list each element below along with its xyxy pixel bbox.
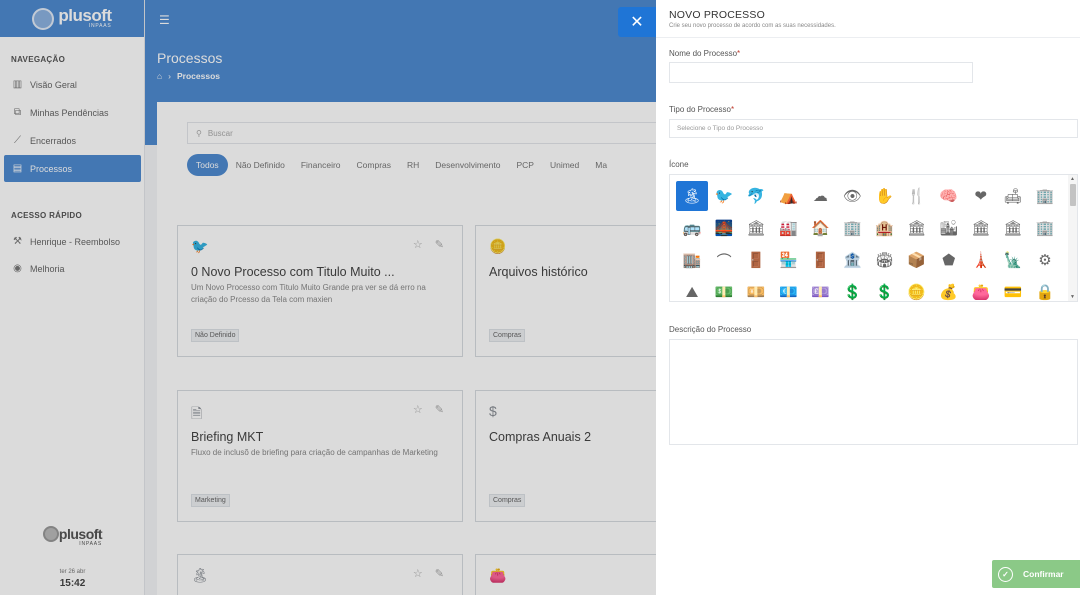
close-drawer-button[interactable]: ✕ bbox=[618, 7, 656, 37]
new-process-drawer: NOVO PROCESSO Crie seu novo processo de … bbox=[656, 0, 1080, 595]
icon-option[interactable]: 💳 bbox=[997, 277, 1029, 301]
icon-picker-scrollbar[interactable]: ▲ ▼ bbox=[1068, 175, 1077, 301]
process-type-select[interactable]: Selecione o Tipo do Processo bbox=[669, 119, 1078, 138]
icon-option[interactable]: ☁ bbox=[804, 181, 836, 211]
scroll-up-arrow-icon[interactable]: ▲ bbox=[1068, 175, 1077, 183]
icon-option[interactable]: 🪙 bbox=[901, 277, 933, 301]
icon-option[interactable]: 🏝 bbox=[676, 181, 708, 211]
icon-option[interactable]: ⌒ bbox=[708, 245, 740, 275]
icon-option[interactable]: 🏛 bbox=[997, 213, 1029, 243]
process-description-textarea[interactable] bbox=[669, 339, 1078, 445]
close-icon: ✕ bbox=[630, 14, 644, 31]
icon-option[interactable]: 🧠 bbox=[933, 181, 965, 211]
icon-option[interactable]: ⛺ bbox=[772, 181, 804, 211]
icon-option[interactable]: 🏛 bbox=[740, 213, 772, 243]
process-name-input[interactable] bbox=[669, 62, 973, 83]
icon-option[interactable]: 🏪 bbox=[772, 245, 804, 275]
icon-option[interactable]: 💶 bbox=[772, 277, 804, 301]
process-name-label: Nome do Processo* bbox=[669, 49, 741, 58]
icon-option[interactable]: 👛 bbox=[965, 277, 997, 301]
icon-option[interactable]: 💵 bbox=[708, 277, 740, 301]
icon-option[interactable]: 🐬 bbox=[740, 181, 772, 211]
icon-option[interactable]: 🏠 bbox=[804, 213, 836, 243]
divider bbox=[656, 37, 1080, 38]
icon-option[interactable]: 🗽 bbox=[997, 245, 1029, 275]
icon-option[interactable]: 🚌 bbox=[676, 213, 708, 243]
process-description-label: Descrição do Processo bbox=[669, 325, 752, 334]
icon-option[interactable]: ❤ bbox=[965, 181, 997, 211]
scroll-down-arrow-icon[interactable]: ▼ bbox=[1068, 293, 1077, 301]
drawer-subtitle: Crie seu novo processo de acordo com as … bbox=[669, 23, 836, 29]
icon-option[interactable]: 🏙 bbox=[933, 213, 965, 243]
icon-option[interactable]: ✋ bbox=[869, 181, 901, 211]
icon-option[interactable]: 🏨 bbox=[869, 213, 901, 243]
modal-backdrop[interactable] bbox=[0, 0, 656, 595]
icon-option[interactable]: 🏛 bbox=[965, 213, 997, 243]
icon-option[interactable]: 🐦 bbox=[708, 181, 740, 211]
confirm-button[interactable]: ✓ Confirmar bbox=[992, 560, 1080, 588]
icon-option[interactable]: ⚙ bbox=[1029, 245, 1061, 275]
confirm-label: Confirmar bbox=[1023, 569, 1064, 579]
icon-option[interactable]: 🚪 bbox=[740, 245, 772, 275]
icon-option[interactable]: 🏦 bbox=[836, 245, 868, 275]
icon-grid: 🏝 🐦 🐬 ⛺ ☁ 👁 ✋ 🍴 🧠 ❤ 🛋 🏢 🚌 🌉 🏛 🏭 🏠 🏢 🏨 🏛 🏙 🏛 🏛 🏢 🏬 ⌒ 🚪 🏪 🚪 🏦 🏟 📦 ⬟ 🗼 🗽 ⚙ ⛰ 💵 💴 💶… bbox=[676, 181, 1061, 301]
required-mark: * bbox=[737, 49, 741, 58]
icon-option[interactable]: 🍴 bbox=[901, 181, 933, 211]
icon-option[interactable]: 🏢 bbox=[1029, 181, 1061, 211]
icon-option[interactable]: 🏢 bbox=[1029, 213, 1061, 243]
icon-label: Ícone bbox=[669, 160, 689, 169]
icon-option[interactable]: 💰 bbox=[933, 277, 965, 301]
icon-option[interactable]: 🏢 bbox=[836, 213, 868, 243]
icon-option[interactable]: 🏬 bbox=[676, 245, 708, 275]
check-circle-icon: ✓ bbox=[998, 566, 1013, 582]
icon-option[interactable]: 💴 bbox=[740, 277, 772, 301]
scroll-thumb[interactable] bbox=[1070, 184, 1076, 206]
drawer-title: NOVO PROCESSO bbox=[669, 9, 765, 21]
icon-option[interactable]: 👁 bbox=[836, 181, 868, 211]
icon-option[interactable]: 💲 bbox=[836, 277, 868, 301]
icon-option[interactable]: 🏟 bbox=[869, 245, 901, 275]
icon-option[interactable]: 💲 bbox=[869, 277, 901, 301]
icon-option[interactable]: 🔒 bbox=[1029, 277, 1061, 301]
icon-option[interactable]: 🚪 bbox=[804, 245, 836, 275]
icon-option[interactable]: 🗼 bbox=[965, 245, 997, 275]
icon-option[interactable]: 🌉 bbox=[708, 213, 740, 243]
icon-option[interactable]: 🏛 bbox=[901, 213, 933, 243]
required-mark: * bbox=[730, 105, 735, 114]
icon-option[interactable]: 🏭 bbox=[772, 213, 804, 243]
icon-option[interactable]: 💷 bbox=[804, 277, 836, 301]
icon-option[interactable]: ⬟ bbox=[933, 245, 965, 275]
icon-option[interactable]: 📦 bbox=[901, 245, 933, 275]
process-type-label: Tipo do Processo* bbox=[669, 105, 735, 114]
icon-picker: 🏝 🐦 🐬 ⛺ ☁ 👁 ✋ 🍴 🧠 ❤ 🛋 🏢 🚌 🌉 🏛 🏭 🏠 🏢 🏨 🏛 🏙 🏛 🏛 🏢 🏬 ⌒ 🚪 🏪 🚪 🏦 🏟 📦 ⬟ 🗼 🗽 ⚙ ⛰ 💵 💴 💶… bbox=[669, 174, 1078, 302]
icon-option[interactable]: 🛋 bbox=[997, 181, 1029, 211]
icon-option[interactable]: ⛰ bbox=[676, 277, 708, 301]
